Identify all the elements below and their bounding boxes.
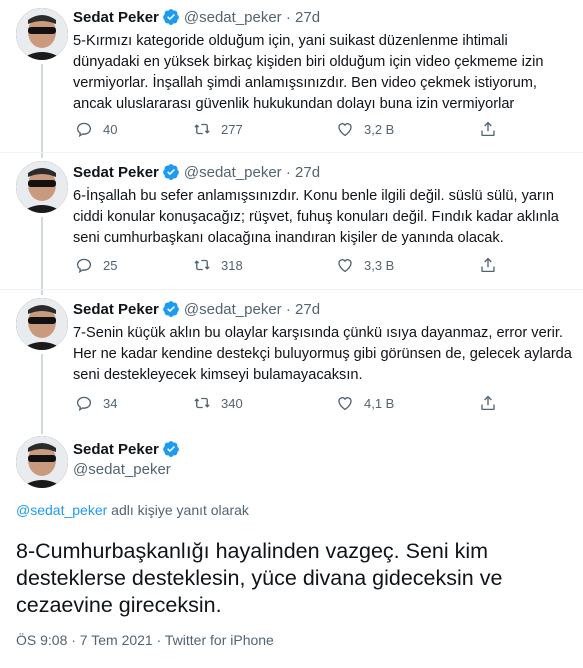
reply-icon [76,258,92,274]
reply-context-label: adlı kişiye yanıt olarak [107,502,249,518]
retweet-count: 340 [221,395,243,411]
tweet-text: 5-Kırmızı kategoride olduğum için, yani … [73,33,544,112]
author-name[interactable]: Sedat Peker [73,9,159,26]
author-name[interactable]: Sedat Peker [73,301,159,318]
reply-icon [76,122,92,138]
verified-badge-icon [162,300,180,318]
share-icon [481,257,495,273]
author-handle[interactable]: @sedat_peker [184,164,282,181]
share-button[interactable] [479,256,497,274]
retweet-icon [194,259,210,271]
like-count: 4,1 B [364,395,395,411]
like-button[interactable]: 3,3 B [336,256,394,274]
author-handle[interactable]: @sedat_peker [73,461,171,478]
author-name[interactable]: Sedat Peker [73,441,159,458]
main-tweet-text: 8-Cumhurbaşkanlığı hayalinden vazgeç. Se… [16,539,503,617]
main-author: Sedat Peker [73,440,184,460]
tweet-actions: 25 318 3,3 B [73,256,503,278]
tweet-time[interactable]: 27d [295,9,320,26]
reply-button[interactable]: 25 [75,256,117,274]
tweet-time[interactable]: 27d [295,301,320,318]
tweet-header: Sedat Peker @sedat_peker · 27d [73,8,321,26]
tweet-header: Sedat Peker @sedat_peker · 27d [73,163,321,181]
avatar[interactable] [16,8,68,60]
retweet-icon [194,397,210,409]
heart-icon [338,397,352,411]
reply-button[interactable]: 34 [75,394,117,412]
reply-context: @sedat_peker adlı kişiye yanıt olarak [16,502,249,518]
retweet-button[interactable]: 318 [193,256,243,274]
tweet-actions: 40 277 3,2 B [73,120,503,142]
avatar[interactable] [16,436,68,488]
author-handle[interactable]: @sedat_peker [184,301,282,318]
tweet-header: Sedat Peker @sedat_peker · 27d [73,300,321,318]
like-button[interactable]: 3,2 B [336,120,394,138]
retweet-count: 318 [221,257,243,273]
tweet-text: 6-İnşallah bu sefer anlamışsınızdır. Kon… [73,188,559,246]
avatar[interactable] [16,298,68,350]
avatar[interactable] [16,161,68,213]
share-button[interactable] [479,394,497,412]
retweet-icon [194,123,210,135]
share-button[interactable] [479,120,497,138]
verified-badge-icon [162,163,180,181]
like-button[interactable]: 4,1 B [336,394,394,412]
reply-count: 40 [103,121,118,137]
heart-icon [338,259,352,273]
thread-line [41,64,43,158]
thread-line [41,217,43,295]
like-count: 3,3 B [364,257,395,273]
reply-button[interactable]: 40 [75,120,117,138]
heart-icon [338,123,352,137]
tweet-6[interactable]: Sedat Peker @sedat_peker · 27d 6-İnşallah… [0,153,583,295]
reply-icon [76,396,92,412]
reply-count: 25 [103,257,118,273]
like-count: 3,2 B [364,121,395,137]
tweet-7[interactable]: Sedat Peker @sedat_peker · 27d 7-Senin kü… [0,290,583,434]
main-handle-row: @sedat_peker [73,460,171,480]
share-icon [481,121,495,137]
verified-badge-icon [162,8,180,26]
share-icon [481,395,495,411]
thread-line [41,354,43,434]
reply-mention-link[interactable]: @sedat_peker [16,502,107,518]
author-name[interactable]: Sedat Peker [73,164,159,181]
retweet-count: 277 [221,121,243,137]
retweet-button[interactable]: 277 [193,120,243,138]
verified-badge-icon [162,440,180,458]
retweet-button[interactable]: 340 [193,394,243,412]
tweet-actions: 34 340 4,1 B [73,394,503,416]
tweet-time[interactable]: 27d [295,164,320,181]
tweet-timestamp[interactable]: ÖS 9:08 · 7 Tem 2021 · Twitter for iPhon… [16,632,274,648]
reply-count: 34 [103,395,118,411]
author-handle[interactable]: @sedat_peker [184,9,282,26]
tweet-5[interactable]: Sedat Peker @sedat_peker · 27d 5-Kırmızı … [0,0,583,158]
tweet-text: 7-Senin küçük aklın bu olaylar karşısınd… [73,325,572,383]
